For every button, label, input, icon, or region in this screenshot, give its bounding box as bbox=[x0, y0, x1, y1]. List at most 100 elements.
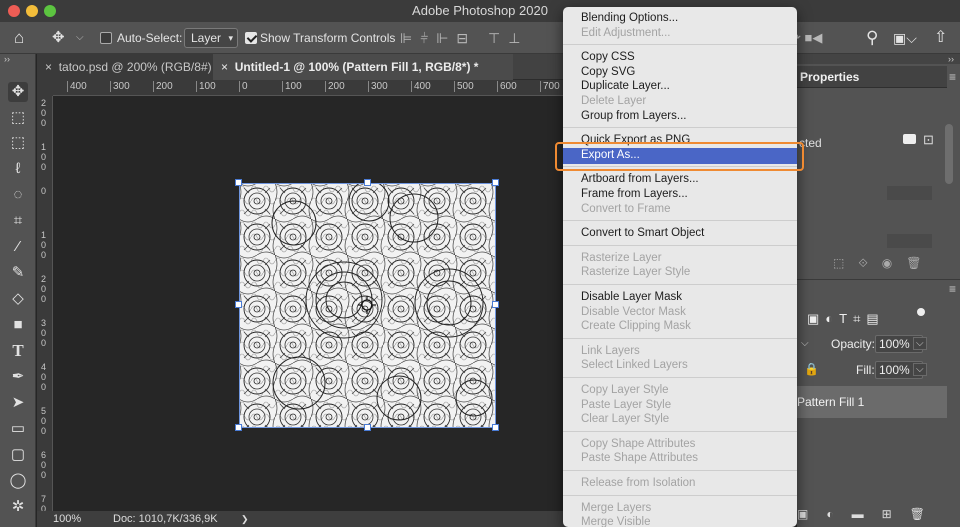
ellipse-icon[interactable]: ◯ bbox=[8, 471, 28, 491]
auto-select-checkbox[interactable] bbox=[100, 32, 112, 44]
ruler-tick-label: 100 bbox=[282, 81, 302, 92]
property-field[interactable] bbox=[887, 186, 932, 200]
menu-separator bbox=[563, 430, 797, 432]
lasso-icon[interactable]: ℓ bbox=[8, 159, 28, 179]
menu-item-artboard-from-layers[interactable]: Artboard from Layers... bbox=[563, 172, 797, 187]
artboard-icon[interactable]: ⬚ bbox=[8, 108, 28, 128]
eyedropper-icon[interactable]: ⁄ bbox=[8, 237, 28, 257]
mask-icon[interactable] bbox=[903, 134, 916, 144]
workspace-icon[interactable]: ▣⌵ bbox=[893, 22, 917, 54]
path-select-icon[interactable]: ➤ bbox=[8, 393, 28, 413]
ruler-tick-label: 100 bbox=[41, 142, 47, 172]
panel-menu-icon[interactable]: ≡ bbox=[949, 282, 956, 296]
transform-handle[interactable] bbox=[364, 424, 371, 431]
minimize-window-icon[interactable] bbox=[26, 5, 38, 17]
zoom-window-icon[interactable] bbox=[44, 5, 56, 17]
tab-untitled[interactable]: × Untitled-1 @ 100% (Pattern Fill 1, RGB… bbox=[213, 54, 513, 80]
close-icon[interactable]: × bbox=[45, 60, 52, 74]
search-icon[interactable]: ⚲ bbox=[866, 22, 878, 54]
home-icon[interactable]: ⌂ bbox=[14, 22, 24, 54]
gradient-icon[interactable]: ■ bbox=[8, 315, 28, 335]
ruler-tick-label: 700 bbox=[540, 81, 560, 92]
chevron-down-icon[interactable]: ⌵ bbox=[801, 338, 809, 349]
transform-handle[interactable] bbox=[364, 179, 371, 186]
photoshop-window: Adobe Photoshop 2020 ⌂ ✥ ⌵ Auto-Select: … bbox=[0, 0, 960, 527]
rounded-rect-icon[interactable]: ▢ bbox=[8, 445, 28, 465]
collapse-icon[interactable]: ›› bbox=[948, 54, 954, 64]
menu-separator bbox=[563, 494, 797, 496]
context-menu: Blending Options... Edit Adjustment... Cop… bbox=[563, 7, 797, 527]
transform-bounding-box[interactable] bbox=[239, 183, 496, 428]
brush-icon[interactable]: ✎ bbox=[8, 263, 28, 283]
move-tool-icon[interactable]: ✥ bbox=[8, 82, 28, 102]
layers-footer-icons[interactable]: ▣◐▬⊞🗑 bbox=[797, 507, 943, 521]
panel-menu-icon[interactable]: ≡ bbox=[949, 70, 956, 84]
menu-item-frame-from-layers[interactable]: Frame from Layers... bbox=[563, 187, 797, 202]
scrollbar[interactable] bbox=[945, 124, 953, 184]
lock-icon[interactable]: 🔒 bbox=[804, 362, 819, 376]
transform-handle[interactable] bbox=[492, 179, 499, 186]
crop-icon[interactable]: ⌗ bbox=[8, 211, 28, 231]
canvas-area[interactable] bbox=[54, 97, 567, 511]
type-icon[interactable]: T bbox=[8, 341, 28, 361]
menu-item-copy-layer-style: Copy Layer Style bbox=[581, 384, 669, 396]
chevron-down-icon[interactable]: ⌵ bbox=[913, 337, 927, 350]
align-left-icon[interactable]: ⊫⫩⊩⊟ ⊤⊥ bbox=[400, 22, 528, 54]
quick-select-icon[interactable]: ◌ bbox=[8, 185, 28, 205]
vertical-ruler: 200 100 0 100 200 300 400 500 600 700 bbox=[37, 96, 53, 511]
properties-tab-bar: Properties bbox=[797, 66, 947, 88]
export-as-callout bbox=[555, 142, 804, 171]
menu-item-disable-layer-mask[interactable]: Disable Layer Mask bbox=[563, 290, 797, 305]
menu-item-group-from-layers[interactable]: Group from Layers... bbox=[563, 109, 797, 124]
share-icon[interactable]: ⇧ bbox=[934, 22, 947, 54]
auto-select-label: Auto-Select: bbox=[117, 31, 183, 45]
link-icon[interactable]: ⊡ bbox=[923, 132, 934, 148]
menu-item-copy-shape-attributes: Copy Shape Attributes bbox=[581, 437, 696, 450]
menu-item-convert-to-smart-object[interactable]: Convert to Smart Object bbox=[563, 226, 797, 241]
close-window-icon[interactable] bbox=[8, 5, 20, 17]
transform-handle[interactable] bbox=[235, 179, 242, 186]
menu-item-duplicate-layer[interactable]: Duplicate Layer... bbox=[563, 79, 797, 94]
menu-separator bbox=[563, 377, 797, 378]
layer-name[interactable]: Pattern Fill 1 bbox=[797, 395, 864, 409]
menu-item-copy-css[interactable]: Copy CSS bbox=[563, 50, 797, 65]
pen-icon[interactable]: ✒ bbox=[8, 367, 28, 387]
transform-handle[interactable] bbox=[492, 301, 499, 308]
tab-tatoo[interactable]: × tatoo.psd @ 200% (RGB/8#) bbox=[37, 54, 213, 80]
properties-footer-icons[interactable]: ⬚⟐◉🗑 bbox=[833, 256, 936, 271]
options-bar: ⌂ ✥ ⌵ Auto-Select: Layer ▾ Show Transfor… bbox=[0, 22, 960, 54]
layer-filter-icons[interactable]: ▣◐T⌗▤ bbox=[807, 311, 885, 327]
collapse-icon[interactable]: ›› bbox=[4, 54, 10, 64]
tab-label: Untitled-1 @ 100% (Pattern Fill 1, RGB/8… bbox=[234, 60, 479, 74]
menu-item-blending-options[interactable]: Blending Options... bbox=[563, 11, 797, 26]
rectangle-icon[interactable]: ▭ bbox=[8, 419, 28, 439]
ruler-tick-label: 400 bbox=[67, 81, 87, 92]
custom-shape-icon[interactable]: ✲ bbox=[8, 497, 28, 517]
ruler-tick-label: 0 bbox=[41, 186, 47, 196]
show-transform-checkbox[interactable] bbox=[245, 32, 257, 44]
chevron-down-icon[interactable]: ⌵ bbox=[76, 22, 84, 54]
properties-title[interactable]: Properties bbox=[800, 70, 859, 84]
doc-size: Doc: 1010,7K/336,9K bbox=[113, 513, 218, 525]
menu-separator bbox=[563, 337, 797, 339]
menu-item-clear-layer-style: Clear Layer Style bbox=[581, 413, 670, 426]
marquee-icon[interactable]: ⬚ bbox=[8, 133, 28, 153]
status-arrow-icon[interactable]: ❯ bbox=[241, 511, 249, 527]
chevron-down-icon[interactable]: ⌵ bbox=[913, 363, 927, 376]
property-field[interactable] bbox=[887, 234, 932, 248]
menu-item-copy-svg[interactable]: Copy SVG bbox=[563, 65, 797, 80]
ruler-origin bbox=[37, 80, 53, 96]
menu-item-link-layers: Link Layers bbox=[581, 344, 640, 357]
eraser-icon[interactable]: ◇ bbox=[8, 289, 28, 309]
transform-handle[interactable] bbox=[235, 301, 242, 308]
move-tool-icon[interactable]: ✥ bbox=[52, 22, 65, 54]
filter-toggle-icon[interactable] bbox=[917, 308, 925, 316]
layer-row[interactable]: Pattern Fill 1 bbox=[797, 386, 947, 418]
menu-item-delete-layer: Delete Layer bbox=[581, 95, 647, 107]
zoom-level[interactable]: 100% bbox=[53, 511, 81, 527]
transform-handle[interactable] bbox=[492, 424, 499, 431]
close-icon[interactable]: × bbox=[221, 60, 228, 74]
ruler-tick-label: 400 bbox=[41, 362, 47, 392]
transform-handle[interactable] bbox=[235, 424, 242, 431]
auto-select-dropdown[interactable]: Layer ▾ bbox=[184, 28, 238, 48]
